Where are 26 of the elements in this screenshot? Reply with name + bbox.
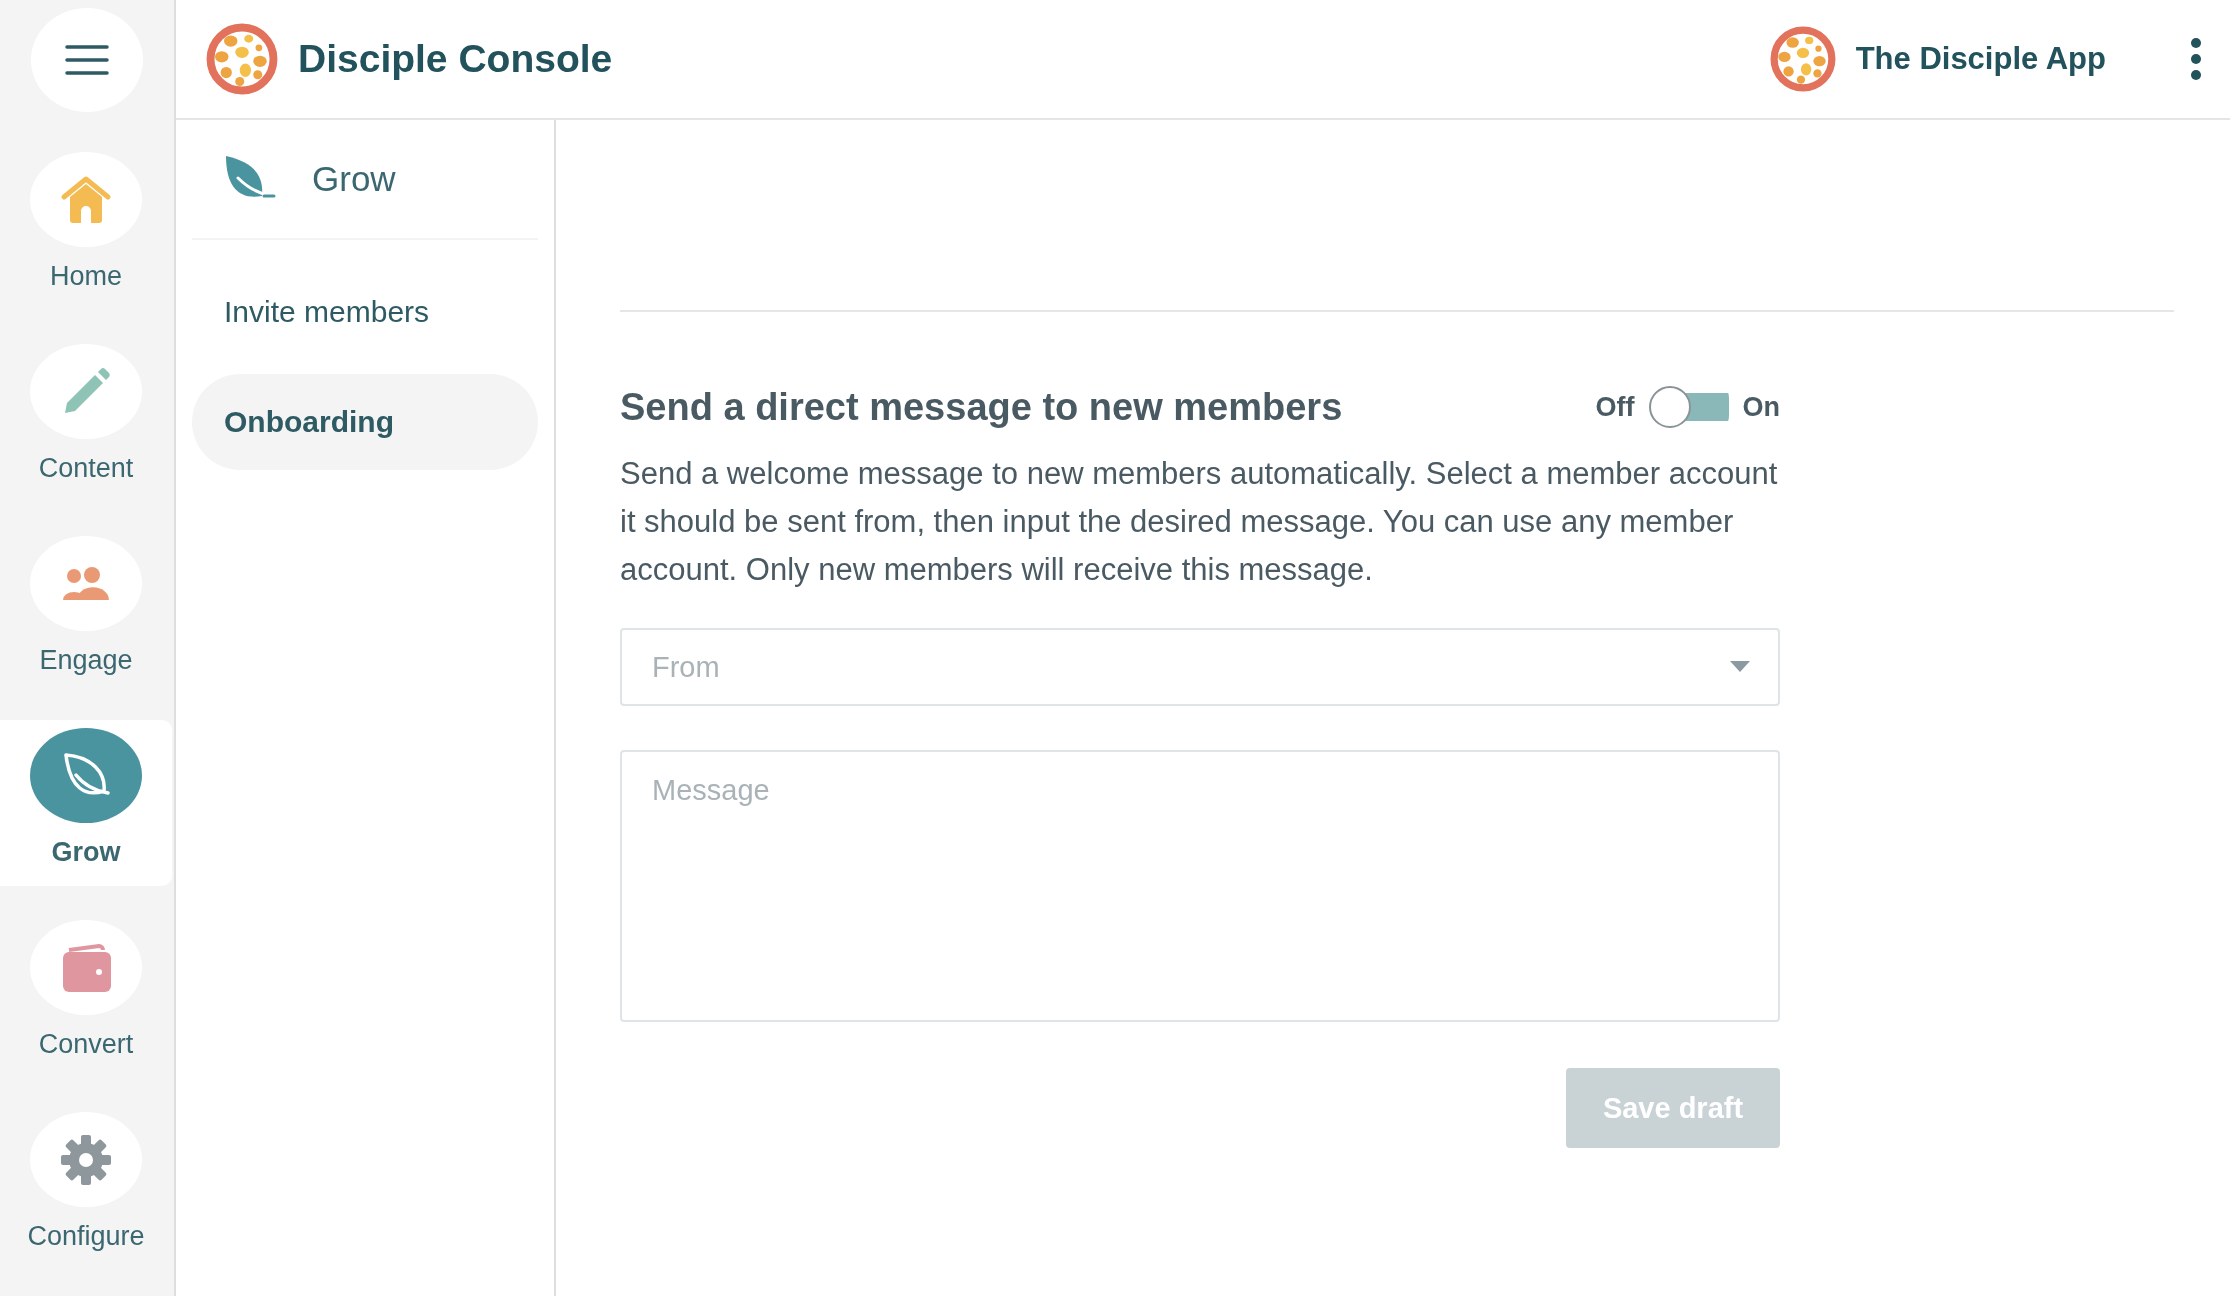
caret-icon bbox=[1730, 661, 1750, 673]
people-icon bbox=[61, 565, 111, 602]
on-label: On bbox=[1742, 391, 1780, 423]
section-title: Send a direct message to new members bbox=[620, 385, 1343, 429]
settings-icon bbox=[61, 1134, 111, 1185]
nav-item[interactable]: Content bbox=[0, 336, 172, 502]
nav-item[interactable]: Home bbox=[0, 144, 172, 310]
message-field[interactable]: Message bbox=[620, 750, 1780, 1022]
section-heading: Grow bbox=[312, 159, 396, 199]
menu-icon bbox=[65, 44, 109, 76]
submenu-item[interactable]: Invite members bbox=[192, 264, 538, 360]
nav-item[interactable]: Grow bbox=[0, 720, 172, 886]
fruit-logo-icon bbox=[1769, 26, 1836, 92]
more-icon bbox=[2190, 37, 2202, 81]
app-name: The Disciple App bbox=[1855, 41, 2106, 77]
description-text: Send a welcome message to new members automatically. Select a member account it should be sent from, then input the desired message. You can use any member account. Only new members will receive this message. bbox=[620, 455, 1779, 589]
home-icon bbox=[60, 174, 112, 225]
nav-item[interactable]: Configure bbox=[0, 1104, 172, 1270]
from-dropdown[interactable]: From bbox=[620, 628, 1780, 706]
nav-item[interactable]: Engage bbox=[0, 528, 172, 694]
submenu-item[interactable]: Onboarding bbox=[192, 374, 538, 470]
nav-item[interactable]: Convert bbox=[0, 912, 172, 1078]
console-title: Disciple Console bbox=[298, 37, 613, 81]
fruit-logo-icon bbox=[206, 23, 278, 95]
off-label: Off bbox=[1595, 391, 1635, 423]
wallet-icon bbox=[61, 943, 111, 992]
